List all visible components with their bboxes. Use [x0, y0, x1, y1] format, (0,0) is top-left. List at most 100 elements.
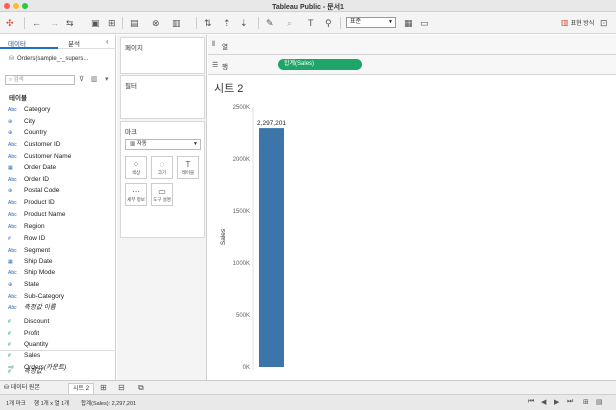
field-item[interactable]: ▦ Ship Date — [8, 256, 53, 267]
last-sheet-icon[interactable]: ⏭ — [567, 398, 573, 406]
field-name: 측정값 — [24, 368, 42, 375]
chart-icon[interactable]: ▥ — [172, 17, 181, 29]
rows-shelf[interactable]: ☰ 행 합계(Sales) — [208, 55, 616, 75]
field-item[interactable]: # Quantity — [8, 339, 48, 350]
field-name: 측정값 이름 — [24, 304, 56, 311]
sales-bar[interactable] — [259, 128, 284, 367]
present-icon[interactable]: ▭ — [420, 17, 429, 29]
filmstrip-icon[interactable]: ▤ — [596, 398, 603, 406]
field-item[interactable]: Abc Product Name — [8, 209, 66, 220]
field-item[interactable]: # Row ID — [8, 233, 45, 244]
y-tick-label: 500K — [236, 313, 250, 319]
fix-axes-icon[interactable]: ▦ — [404, 17, 413, 29]
next-sheet-icon[interactable]: ▶ — [554, 398, 559, 406]
data-source-item[interactable]: ⛁ Orders(sample_-_supers... — [9, 55, 88, 62]
clear-sheet-icon[interactable]: ⊗ — [152, 17, 160, 29]
y-axis-ticks: 0K 500K 1000K 1500K 2000K 2500K — [233, 105, 250, 371]
new-data-source-icon[interactable]: ⇆ — [66, 17, 74, 29]
group-icon[interactable]: ⌕ — [287, 17, 292, 29]
filter-icon[interactable]: ⊽ — [79, 75, 84, 83]
field-name: Country — [24, 129, 47, 136]
grid-view-icon[interactable]: ⊞ — [583, 398, 589, 406]
field-name: Ship Date — [24, 258, 53, 265]
presentation-mode-icon[interactable]: ⊡ — [600, 17, 608, 29]
y-tick-label: 1000K — [233, 261, 250, 267]
tableau-logo-icon[interactable]: ✣ — [6, 17, 14, 29]
field-item[interactable]: Abc Order ID — [8, 174, 49, 185]
field-name: Postal Code — [24, 187, 60, 194]
field-item[interactable]: ⊕ State — [8, 279, 39, 290]
data-source-tab[interactable]: ⛁ 데이터 원본 — [4, 383, 40, 394]
swap-icon[interactable]: ⇅ — [204, 17, 212, 29]
field-name: Product ID — [24, 199, 55, 206]
label-button[interactable]: T 레이블 — [177, 156, 199, 179]
color-button[interactable]: ⁘ 색상 — [125, 156, 147, 179]
field-name: Region — [24, 223, 45, 230]
sum-sales-pill[interactable]: 합계(Sales) — [278, 59, 362, 70]
highlight-icon[interactable]: ✎ — [266, 17, 274, 29]
tab-analytics[interactable]: 분석 — [68, 38, 80, 48]
collapse-icon[interactable]: ‹ — [106, 37, 109, 46]
save-icon[interactable]: ▣ — [91, 17, 100, 29]
field-item[interactable]: ▦ Order Date — [8, 162, 56, 173]
new-worksheet-tab-icon[interactable]: ⊞ — [100, 383, 107, 392]
prev-sheet-icon[interactable]: ◀ — [541, 398, 546, 406]
tables-header: 테이블 — [9, 95, 27, 102]
field-type-icon: ⊕ — [8, 130, 13, 136]
field-item[interactable]: # 측정값 — [8, 366, 42, 377]
fit-select[interactable]: 표준 ▼ — [346, 17, 396, 28]
field-item[interactable]: # Discount — [8, 316, 49, 327]
field-type-icon: Abc — [8, 305, 17, 311]
size-button[interactable]: ◌ 크기 — [151, 156, 173, 179]
field-item[interactable]: Abc Product ID — [8, 197, 55, 208]
tooltip-button[interactable]: ▭ 도구 설명 — [151, 183, 173, 206]
field-name: Quantity — [24, 341, 49, 348]
cards-column: 페이지 필터 마크 ▥ 자동 ▼ ⁘ 색상 ◌ 크기 T 레이블 ⋯ 세부 정보… — [117, 35, 207, 380]
field-name: Category — [24, 106, 51, 113]
sort-ascending-icon[interactable]: ⇡ — [223, 17, 231, 29]
field-name: Sub-Category — [24, 293, 65, 300]
new-story-icon[interactable]: ⧉ — [138, 383, 144, 393]
sort-descending-icon[interactable]: ⇣ — [240, 17, 248, 29]
first-sheet-icon[interactable]: ⏮ — [528, 398, 534, 406]
field-item[interactable]: Abc Segment — [8, 245, 50, 256]
data-source-icon: ⛁ — [9, 56, 15, 62]
field-item[interactable]: Abc Category — [8, 104, 50, 115]
field-item[interactable]: # Sales — [8, 350, 40, 361]
undo-icon[interactable]: ← — [32, 17, 41, 29]
chevron-down-icon: ▼ — [193, 141, 198, 147]
filters-card[interactable]: 필터 — [120, 75, 205, 119]
view-toggle-icon[interactable]: ▥ — [91, 75, 98, 83]
search-input[interactable]: ⌕ 검색 — [5, 75, 75, 85]
field-item[interactable]: Abc Customer ID — [8, 139, 60, 150]
field-type-icon: ▦ — [8, 165, 13, 171]
bar-mark-icon: ▥ — [130, 141, 137, 147]
pin-icon[interactable]: ⚲ — [325, 17, 332, 29]
field-item[interactable]: ⊕ Country — [8, 127, 47, 138]
field-name: Row ID — [24, 235, 46, 242]
new-dashboard-icon[interactable]: ⊟ — [118, 383, 125, 392]
redo-icon[interactable]: → — [50, 17, 59, 29]
detail-icon: ⋯ — [132, 187, 140, 196]
label-icon[interactable]: T — [308, 17, 314, 29]
field-item[interactable]: Abc Sub-Category — [8, 291, 64, 302]
pages-card-title: 페이지 — [125, 45, 143, 52]
marks-card-title: 마크 — [125, 129, 137, 136]
detail-button[interactable]: ⋯ 세부 정보 — [125, 183, 147, 206]
field-item[interactable]: ⊕ Postal Code — [8, 185, 59, 196]
new-worksheet-icon[interactable]: ⊞ — [108, 17, 116, 29]
filters-card-title: 필터 — [125, 83, 137, 90]
field-item[interactable]: Abc Ship Mode — [8, 267, 55, 278]
field-item[interactable]: Abc Customer Name — [8, 151, 71, 162]
mark-type-select[interactable]: ▥ 자동 ▼ — [125, 139, 201, 150]
field-item[interactable]: ⊕ City — [8, 116, 35, 127]
sheet-tab-2[interactable]: 시트 2 — [68, 383, 95, 394]
field-item[interactable]: Abc Region — [8, 221, 45, 232]
columns-shelf[interactable]: ⦀ 열 — [208, 35, 616, 55]
duplicate-sheet-icon[interactable]: ▤ — [130, 17, 139, 29]
show-me-button[interactable]: ▥ 표현 방식 — [561, 18, 594, 27]
field-item[interactable]: # Profit — [8, 328, 39, 339]
field-item[interactable]: Abc 측정값 이름 — [8, 302, 56, 313]
pages-card[interactable]: 페이지 — [120, 37, 205, 74]
menu-icon[interactable]: ▾ — [105, 75, 109, 83]
